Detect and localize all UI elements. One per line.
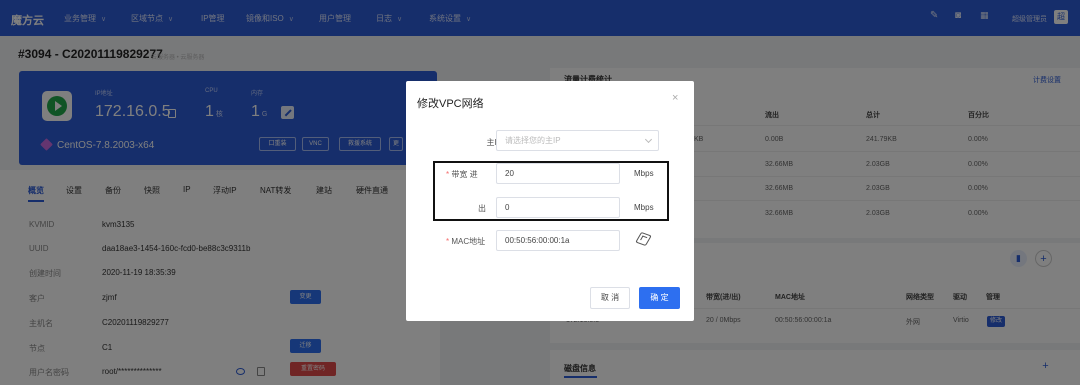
bandwidth-in-input[interactable]: 20 [496, 163, 620, 184]
cube-icon[interactable] [635, 231, 652, 247]
unit-label: Mbps [634, 203, 654, 212]
confirm-button[interactable]: 确 定 [639, 287, 680, 309]
unit-label: Mbps [634, 169, 654, 178]
main-ip-label: 主IP [486, 138, 502, 147]
mac-input[interactable]: 00:50:56:00:00:1a [496, 230, 620, 251]
bandwidth-out-label: 出 [478, 204, 486, 213]
main-ip-select[interactable]: 请选择您的主IP [496, 130, 659, 151]
vpc-network-dialog: 修改VPC网络 × 主IP 请选择您的主IP * 带宽 进 20 Mbps 出 … [406, 81, 694, 321]
dialog-title: 修改VPC网络 [417, 98, 484, 110]
bandwidth-label: * 带宽 进 [446, 170, 478, 179]
bandwidth-out-input[interactable]: 0 [496, 197, 620, 218]
cancel-button[interactable]: 取 消 [590, 287, 630, 309]
close-icon[interactable]: × [672, 92, 678, 104]
mac-label: * MAC地址 [446, 237, 486, 246]
